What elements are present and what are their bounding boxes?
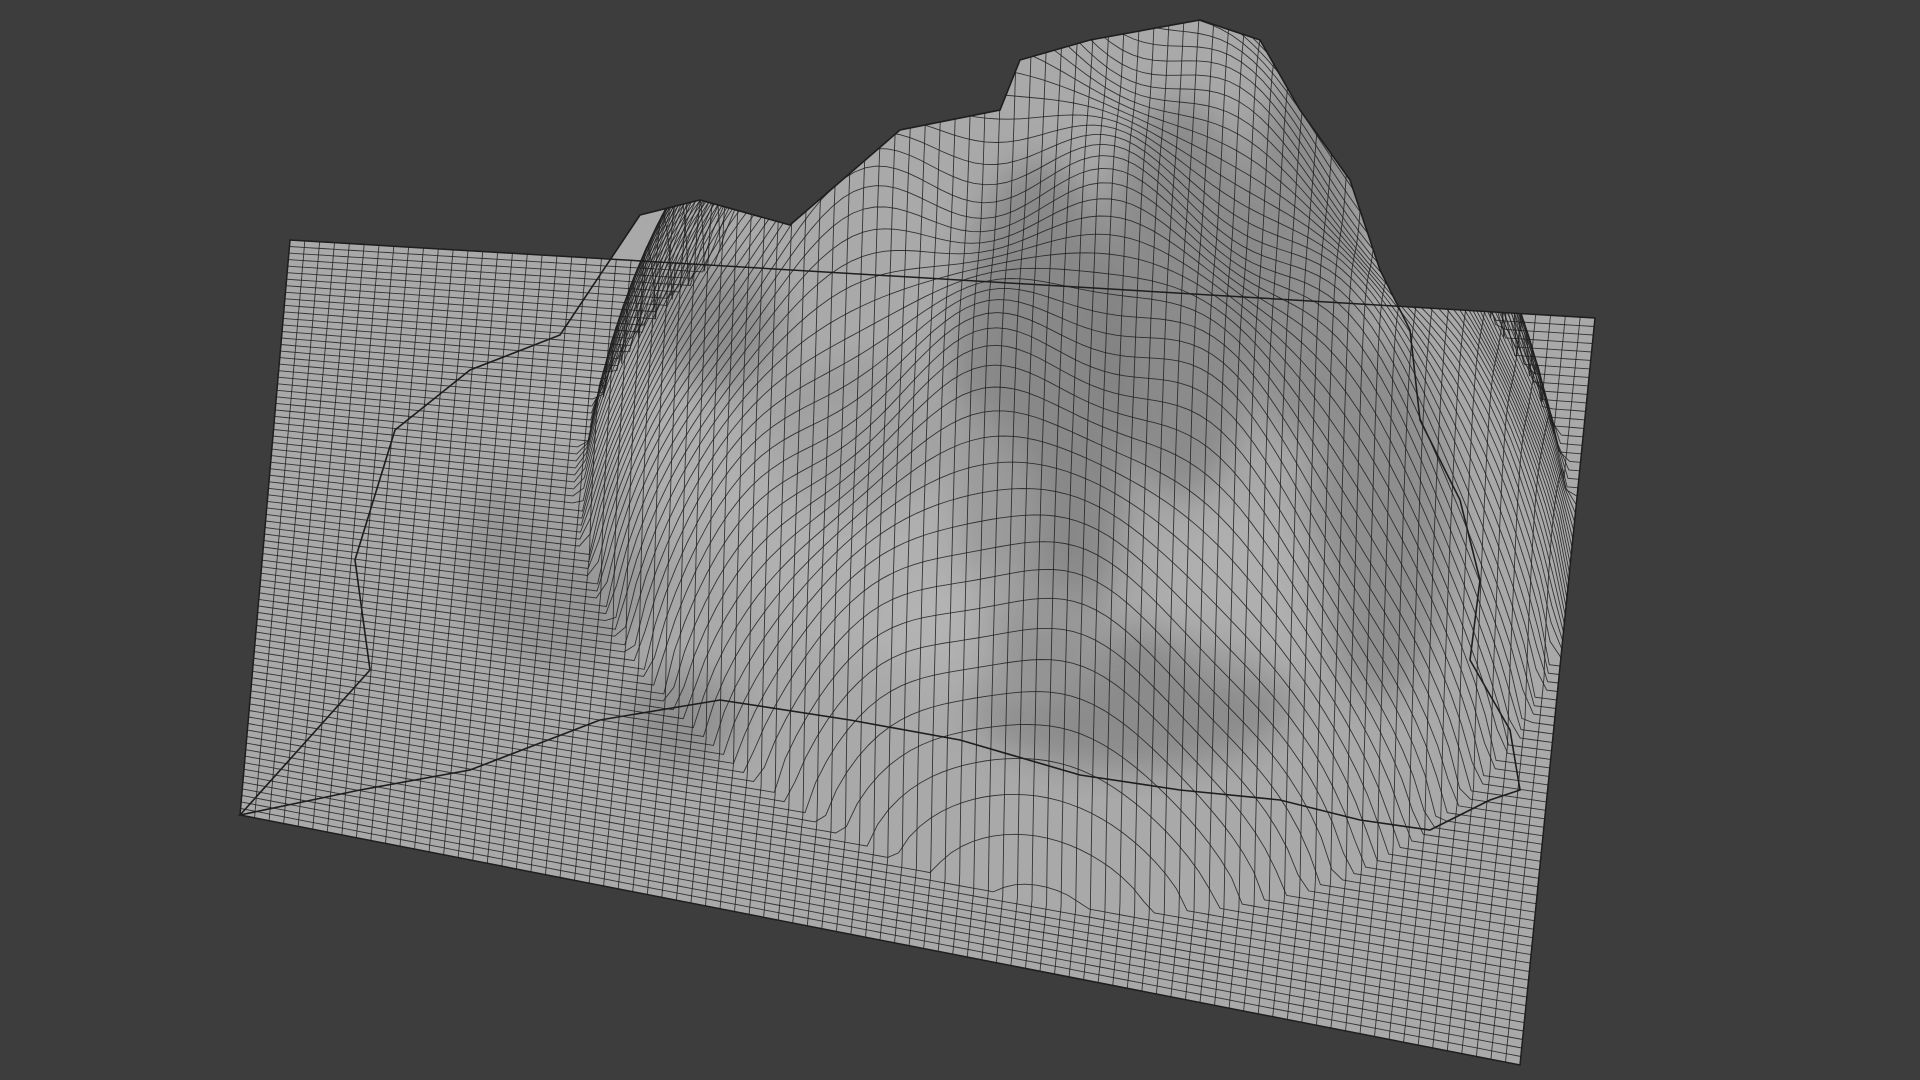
3d-viewport[interactable] — [0, 0, 1920, 1080]
terrain-mesh-render[interactable] — [0, 0, 1920, 1080]
shading-region — [500, 360, 740, 560]
shading-region — [890, 570, 1110, 710]
